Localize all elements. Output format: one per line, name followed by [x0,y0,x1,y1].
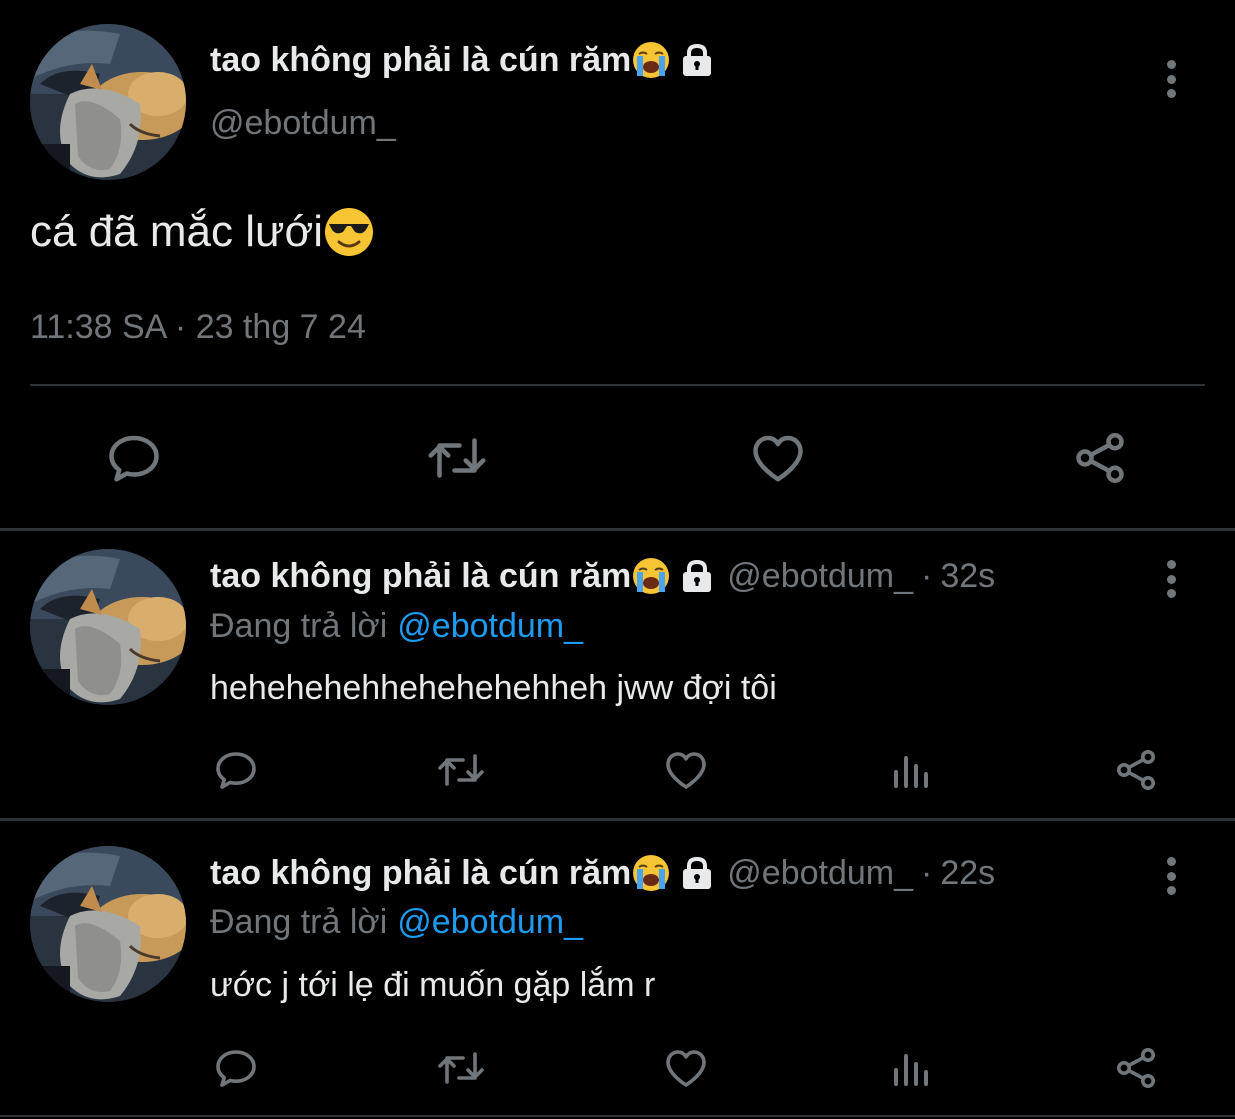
avatar[interactable] [30,846,186,1002]
author-display-name[interactable]: tao không phải là cún răm [210,853,715,893]
loudly-crying-face-emoji [631,40,671,80]
retweet-icon[interactable] [424,428,490,488]
separator-dot: · [921,853,933,892]
retweet-icon[interactable] [434,1044,488,1092]
more-options-icon[interactable] [1156,851,1186,901]
display-name-text: tao không phải là cún răm [210,853,632,892]
share-icon[interactable] [1070,428,1130,488]
loudly-crying-face-emoji [631,556,671,596]
like-icon[interactable] [662,1044,710,1092]
reply-icon[interactable] [212,746,260,794]
reply-icon[interactable] [104,428,164,488]
divider [0,1115,1235,1117]
replying-label: Đang trả lời [210,607,388,645]
avatar[interactable] [30,549,186,705]
like-icon[interactable] [748,428,808,488]
author-display-name[interactable]: tao không phải là cún răm [210,556,715,596]
reply-text: ước j tới lẹ đi muốn gặp lắm r [210,966,656,1004]
reply-text: hehehehehhehehehehheh jww đợi tôi [210,669,777,707]
separator-dot: · [921,556,933,595]
replying-to: Đang trả lời @ebotdum_ [210,607,583,646]
divider [0,528,1235,531]
more-options-icon[interactable] [1156,554,1186,604]
replying-to: Đang trả lời @ebotdum_ [210,903,583,942]
reply-icon[interactable] [212,1044,260,1092]
views-icon[interactable] [888,746,936,794]
loudly-crying-face-emoji [631,853,671,893]
tweet-text-content: cá đã mắc lưới [30,207,324,256]
mention-link[interactable]: @ebotdum_ [397,903,583,941]
divider [0,818,1235,821]
views-icon[interactable] [888,1044,936,1092]
retweet-icon[interactable] [434,746,488,794]
more-options-icon[interactable] [1156,54,1186,104]
reply-header: tao không phải là cún răm @ebotdum_ · 22… [210,853,995,893]
reply-header: tao không phải là cún răm @ebotdum_ · 32… [210,556,995,596]
tweet-text: cá đã mắc lưới [30,206,375,258]
replying-label: Đang trả lời [210,903,388,941]
author-display-name[interactable]: tao không phải là cún răm [210,40,715,80]
tweet-timestamp[interactable]: 11:38 SA · 23 thg 7 24 [30,308,366,347]
lock-icon [679,42,715,78]
divider [30,384,1205,386]
dog-avatar-image [30,846,186,1002]
tweet-thread: tao không phải là cún răm @ebotdum_ cá đ… [0,0,1235,1119]
lock-icon [679,558,715,594]
share-icon[interactable] [1112,1044,1160,1092]
display-name-text: tao không phải là cún răm [210,40,632,79]
avatar[interactable] [30,24,186,180]
author-handle[interactable]: @ebotdum_ [210,104,396,143]
reply-time[interactable]: 32s [940,557,995,596]
mention-link[interactable]: @ebotdum_ [397,607,583,645]
share-icon[interactable] [1112,746,1160,794]
reply-time[interactable]: 22s [940,854,995,893]
like-icon[interactable] [662,746,710,794]
dog-avatar-image [30,549,186,705]
author-handle[interactable]: @ebotdum_ [727,557,913,596]
lock-icon [679,855,715,891]
smiling-face-with-sunglasses-emoji [323,206,375,258]
dog-avatar-image [30,24,186,180]
author-handle[interactable]: @ebotdum_ [727,854,913,893]
display-name-text: tao không phải là cún răm [210,556,632,595]
